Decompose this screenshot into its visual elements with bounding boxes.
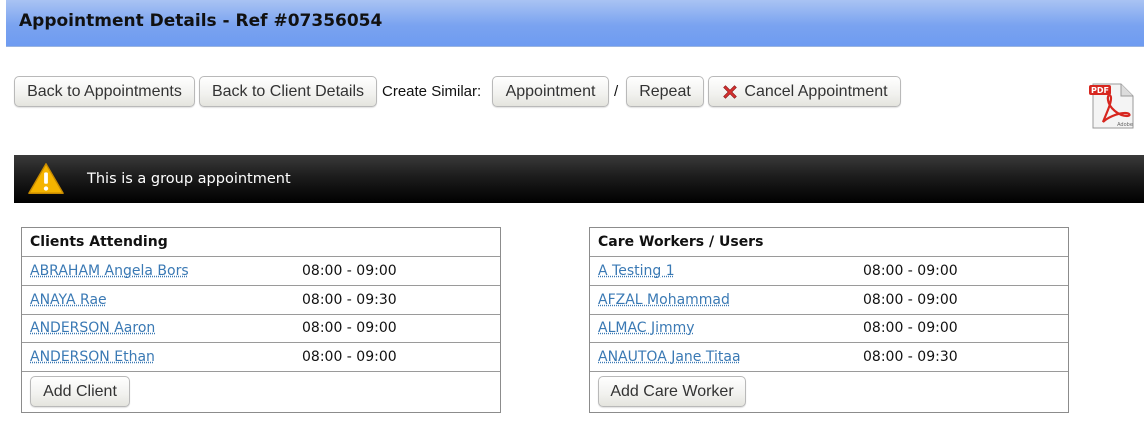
pdf-export-icon[interactable]: PDF Adobe <box>1089 82 1135 130</box>
alert-message: This is a group appointment <box>87 171 291 187</box>
create-appointment-button[interactable]: Appointment <box>492 76 609 107</box>
create-similar-label: Create Similar: <box>382 83 482 100</box>
appointment-time: 08:00 - 09:00 <box>302 349 397 365</box>
pdf-icon: PDF Adobe <box>1089 83 1134 129</box>
table-row: ANAYA Rae 08:00 - 09:30 <box>22 286 500 315</box>
appointment-time: 08:00 - 09:30 <box>302 292 397 308</box>
group-appointment-alert: This is a group appointment <box>14 155 1144 203</box>
table-row: ABRAHAM Angela Bors 08:00 - 09:00 <box>22 257 500 286</box>
back-to-client-details-button[interactable]: Back to Client Details <box>199 76 377 107</box>
clients-attending-panel: Clients Attending ABRAHAM Angela Bors 08… <box>21 227 501 413</box>
cancel-x-icon <box>723 84 738 99</box>
create-repeat-button[interactable]: Repeat <box>626 76 704 107</box>
client-link[interactable]: ABRAHAM Angela Bors <box>30 257 189 286</box>
table-row: ALMAC Jimmy 08:00 - 09:00 <box>590 314 1068 343</box>
care-worker-link[interactable]: ALMAC Jimmy <box>598 314 695 343</box>
table-row: AFZAL Mohammad 08:00 - 09:00 <box>590 286 1068 315</box>
page-title: Appointment Details - Ref #07356054 <box>19 11 383 31</box>
appointment-time: 08:00 - 09:00 <box>302 320 397 336</box>
cancel-appointment-label: Cancel Appointment <box>744 82 888 100</box>
pdf-icon-label: PDF <box>1091 86 1109 95</box>
table-row: A Testing 1 08:00 - 09:00 <box>590 257 1068 286</box>
appointment-time: 08:00 - 09:00 <box>302 263 397 279</box>
cancel-appointment-button[interactable]: Cancel Appointment <box>708 76 901 107</box>
add-care-worker-button[interactable]: Add Care Worker <box>598 376 746 407</box>
appointment-time: 08:00 - 09:30 <box>863 349 958 365</box>
appointment-time: 08:00 - 09:00 <box>863 320 958 336</box>
care-workers-heading: Care Workers / Users <box>590 228 1068 257</box>
table-row: ANAUTOA Jane Titaa 08:00 - 09:30 <box>590 343 1068 372</box>
appointment-time: 08:00 - 09:00 <box>863 263 958 279</box>
warning-icon <box>28 163 64 194</box>
table-row: ANDERSON Aaron 08:00 - 09:00 <box>22 314 500 343</box>
add-client-button[interactable]: Add Client <box>30 376 130 407</box>
care-worker-link[interactable]: A Testing 1 <box>598 257 675 286</box>
table-row: ANDERSON Ethan 08:00 - 09:00 <box>22 343 500 372</box>
care-workers-panel: Care Workers / Users A Testing 1 08:00 -… <box>589 227 1069 413</box>
pdf-icon-sublabel: Adobe <box>1117 122 1133 128</box>
clients-attending-heading: Clients Attending <box>22 228 500 257</box>
back-to-appointments-button[interactable]: Back to Appointments <box>14 76 195 107</box>
title-bar: Appointment Details - Ref #07356054 <box>6 0 1144 47</box>
care-worker-link[interactable]: ANAUTOA Jane Titaa <box>598 343 741 372</box>
client-link[interactable]: ANDERSON Aaron <box>30 314 155 343</box>
care-worker-link[interactable]: AFZAL Mohammad <box>598 286 730 315</box>
client-link[interactable]: ANDERSON Ethan <box>30 343 155 372</box>
appointment-time: 08:00 - 09:00 <box>863 292 958 308</box>
client-link[interactable]: ANAYA Rae <box>30 286 107 315</box>
create-similar-separator: / <box>614 83 619 100</box>
